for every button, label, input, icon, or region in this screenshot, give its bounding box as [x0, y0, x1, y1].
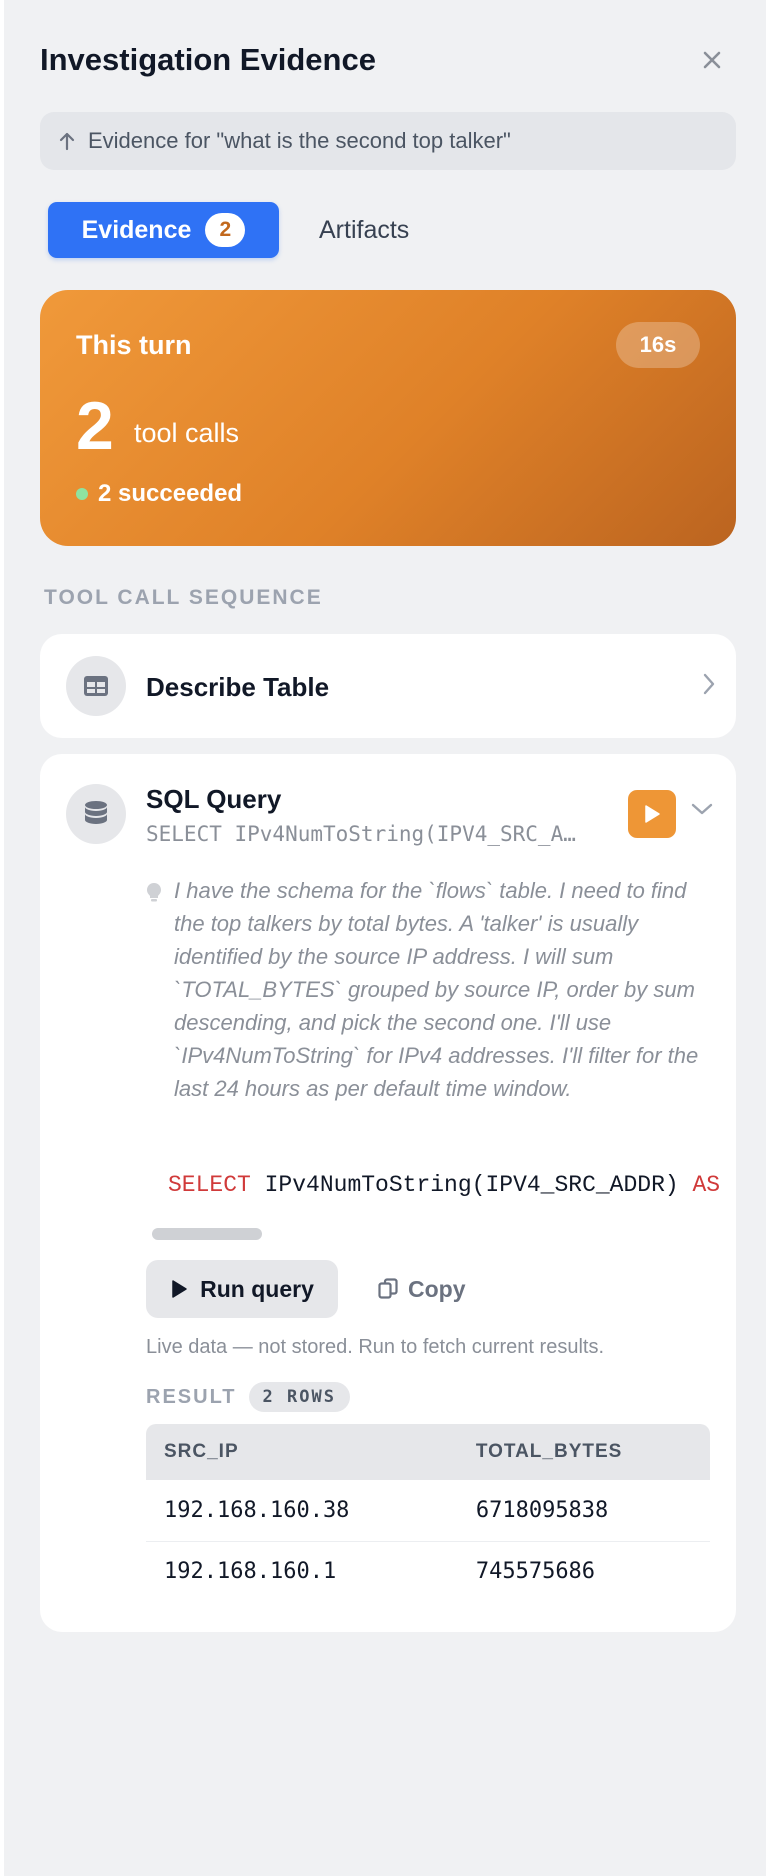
tool-call-title: SQL Query	[146, 784, 282, 814]
table-cell: 6718095838	[457, 1480, 710, 1542]
table-cell: 192.168.160.38	[146, 1480, 458, 1542]
context-bar[interactable]: Evidence for "what is the second top tal…	[40, 112, 736, 170]
sql-keyword-tail: AS src_ip	[692, 1172, 729, 1198]
copy-button[interactable]: Copy	[378, 1260, 466, 1318]
sql-code-text: IPv4NumToString(IPV4_SRC_ADDR)	[250, 1172, 693, 1198]
reasoning-text: I have the schema for the `flows` table.…	[174, 878, 699, 1101]
turn-summary-card: This turn 16s 2 tool calls 2 succeeded	[40, 290, 736, 546]
turn-label: This turn	[76, 330, 192, 360]
sql-preview: SELECT IPv4NumToString(IPV4_SRC_A…	[146, 822, 576, 846]
live-data-note: Live data — not stored. Run to fetch cur…	[146, 1336, 605, 1358]
run-query-label: Run query	[200, 1275, 314, 1302]
close-icon	[703, 51, 721, 69]
close-button[interactable]	[694, 42, 730, 78]
play-icon	[645, 805, 660, 823]
panel-header: Investigation Evidence	[40, 40, 730, 80]
play-icon	[172, 1280, 187, 1298]
run-play-button[interactable]	[628, 790, 676, 838]
sql-code-block[interactable]: SELECT IPv4NumToString(IPV4_SRC_ADDR) AS…	[168, 1172, 728, 1198]
reasoning-block: I have the schema for the `flows` table.…	[146, 874, 706, 1105]
tab-evidence[interactable]: Evidence 2	[48, 202, 279, 258]
tool-call-sql-query: SQL Query SELECT IPv4NumToString(IPV4_SR…	[40, 754, 736, 1632]
tab-artifacts[interactable]: Artifacts	[319, 216, 409, 245]
turn-duration-badge: 16s	[616, 322, 700, 368]
success-dot-icon	[76, 488, 88, 500]
chevron-right-icon[interactable]	[702, 672, 716, 701]
copy-label: Copy	[408, 1275, 466, 1302]
arrow-up-icon	[58, 131, 76, 151]
tab-evidence-label: Evidence	[81, 215, 192, 244]
chevron-down-icon[interactable]	[690, 802, 714, 821]
tool-call-describe-table[interactable]: Describe Table	[40, 634, 736, 738]
run-query-button[interactable]: Run query	[146, 1260, 338, 1318]
result-label: RESULT	[146, 1385, 237, 1408]
copy-icon	[378, 1278, 398, 1299]
table-icon	[66, 656, 126, 716]
context-text: Evidence for "what is the second top tal…	[88, 128, 511, 153]
tool-call-count: 2	[76, 388, 114, 464]
table-row: 192.168.160.38 6718095838	[146, 1480, 710, 1542]
result-header: RESULT 2 ROWS	[146, 1382, 350, 1412]
evidence-count-badge: 2	[205, 213, 246, 247]
panel-title: Investigation Evidence	[40, 42, 376, 77]
sql-keyword: SELECT	[168, 1172, 251, 1198]
evidence-panel: Investigation Evidence Evidence for "wha…	[4, 0, 766, 1876]
column-header: TOTAL_BYTES	[457, 1424, 710, 1480]
code-scrollbar[interactable]	[152, 1228, 262, 1240]
success-status-text: 2 succeeded	[98, 480, 243, 507]
table-cell: 745575686	[475, 1559, 596, 1585]
table-header-row: SRC_IP TOTAL_BYTES	[146, 1424, 710, 1480]
lightbulb-icon	[146, 880, 162, 913]
result-table: SRC_IP TOTAL_BYTES 192.168.160.38 671809…	[146, 1424, 710, 1602]
column-header: SRC_IP	[146, 1424, 458, 1480]
section-label: TOOL CALL SEQUENCE	[44, 586, 323, 609]
tool-call-unit: tool calls	[134, 418, 240, 448]
tool-call-title: Describe Table	[146, 672, 330, 702]
table-row: 192.168.160.1 745575686	[146, 1541, 710, 1602]
success-status: 2 succeeded	[76, 480, 242, 508]
table-cell: 192.168.160.1	[164, 1559, 337, 1585]
tab-bar: Evidence 2 Artifacts	[48, 202, 409, 258]
database-icon	[66, 784, 126, 844]
row-count-badge: 2 ROWS	[248, 1382, 350, 1412]
